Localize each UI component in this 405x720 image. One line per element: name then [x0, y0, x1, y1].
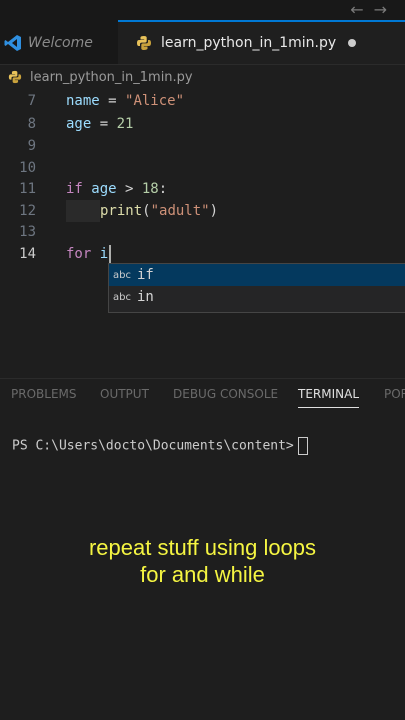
suggest-item[interactable]: abc if: [109, 264, 405, 286]
token: =: [91, 116, 117, 132]
line-number: 10: [19, 160, 36, 176]
token: if: [66, 181, 83, 197]
code-line: 11 if age > 18:: [0, 178, 405, 200]
terminal[interactable]: PS C:\Users\docto\Documents\content>: [12, 437, 308, 455]
line-number: 12: [19, 203, 36, 219]
video-caption: repeat stuff using loops for and while: [0, 534, 405, 588]
tab-learn-python[interactable]: learn_python_in_1min.py: [118, 20, 405, 64]
text-cursor: [109, 245, 112, 263]
code-line: 8 age = 21: [0, 113, 405, 135]
suggest-label: if: [136, 267, 154, 283]
line-number: 9: [27, 138, 36, 154]
tab-welcome[interactable]: Welcome: [0, 22, 118, 64]
token: age: [82, 181, 117, 197]
token: (: [142, 203, 151, 219]
vscode-logo-icon: [4, 34, 22, 52]
tab-debug-console[interactable]: DEBUG CONSOLE: [173, 387, 278, 401]
code-line: 12 print("adult"): [0, 200, 405, 222]
tab-output[interactable]: OUTPUT: [100, 387, 149, 401]
token: "Alice": [125, 93, 185, 109]
code-line-current: 14 for i: [0, 243, 405, 265]
caption-line: repeat stuff using loops: [88, 535, 317, 560]
tab-active-label: learn_python_in_1min.py: [161, 35, 337, 51]
token: print: [100, 203, 143, 219]
python-file-icon: [8, 70, 22, 84]
code-line: 13: [0, 221, 405, 243]
autocomplete-widget: abc if abc in: [108, 263, 405, 313]
token: ): [209, 203, 219, 219]
suggest-label: in: [136, 289, 154, 305]
back-arrow-icon[interactable]: ←: [350, 0, 373, 19]
nav-arrows[interactable]: ←→: [350, 0, 397, 19]
tab-terminal[interactable]: TERMINAL: [298, 387, 360, 408]
token: for: [66, 246, 92, 262]
editor-tabs: Welcome learn_python_in_1min.py: [0, 20, 405, 65]
token: age: [66, 116, 92, 132]
forward-arrow-icon[interactable]: →: [374, 0, 397, 19]
line-number: 7: [27, 93, 36, 109]
title-bar: ←→: [0, 0, 405, 22]
panel-tabs: PROBLEMS OUTPUT DEBUG CONSOLE TERMINAL P…: [0, 378, 405, 411]
token: "adult": [150, 203, 210, 219]
token: :: [158, 181, 168, 197]
token: 21: [116, 116, 134, 132]
token: >: [116, 181, 142, 197]
line-number: 11: [19, 181, 36, 197]
python-file-icon: [136, 35, 152, 51]
text-suggestion-icon: abc: [113, 291, 131, 303]
terminal-prompt: PS C:\Users\docto\Documents\content>: [12, 438, 294, 454]
line-number: 13: [19, 224, 36, 240]
unsaved-dot-icon[interactable]: [348, 39, 357, 47]
token: name: [66, 93, 100, 109]
indent-guide: [66, 200, 100, 222]
suggest-item[interactable]: abc in: [109, 286, 405, 308]
tab-welcome-label: Welcome: [28, 35, 93, 51]
tab-ports[interactable]: POR: [384, 387, 405, 401]
token: =: [99, 93, 126, 109]
breadcrumb-file[interactable]: learn_python_in_1min.py: [30, 70, 193, 85]
tab-problems[interactable]: PROBLEMS: [11, 387, 77, 401]
terminal-cursor: [297, 437, 308, 455]
text-suggestion-icon: abc: [113, 269, 131, 281]
caption-line: for and while: [140, 562, 265, 587]
token: 18: [141, 181, 159, 197]
line-number: 8: [27, 116, 36, 132]
token: i: [91, 246, 109, 262]
code-editor[interactable]: 7 name = "Alice" 8 age = 21 9 10 11 if a…: [0, 90, 405, 370]
code-line: 10: [0, 157, 405, 179]
breadcrumb: learn_python_in_1min.py: [0, 66, 405, 88]
code-line: 9: [0, 135, 405, 157]
code-line: 7 name = "Alice": [0, 90, 405, 112]
line-number: 14: [19, 246, 36, 262]
